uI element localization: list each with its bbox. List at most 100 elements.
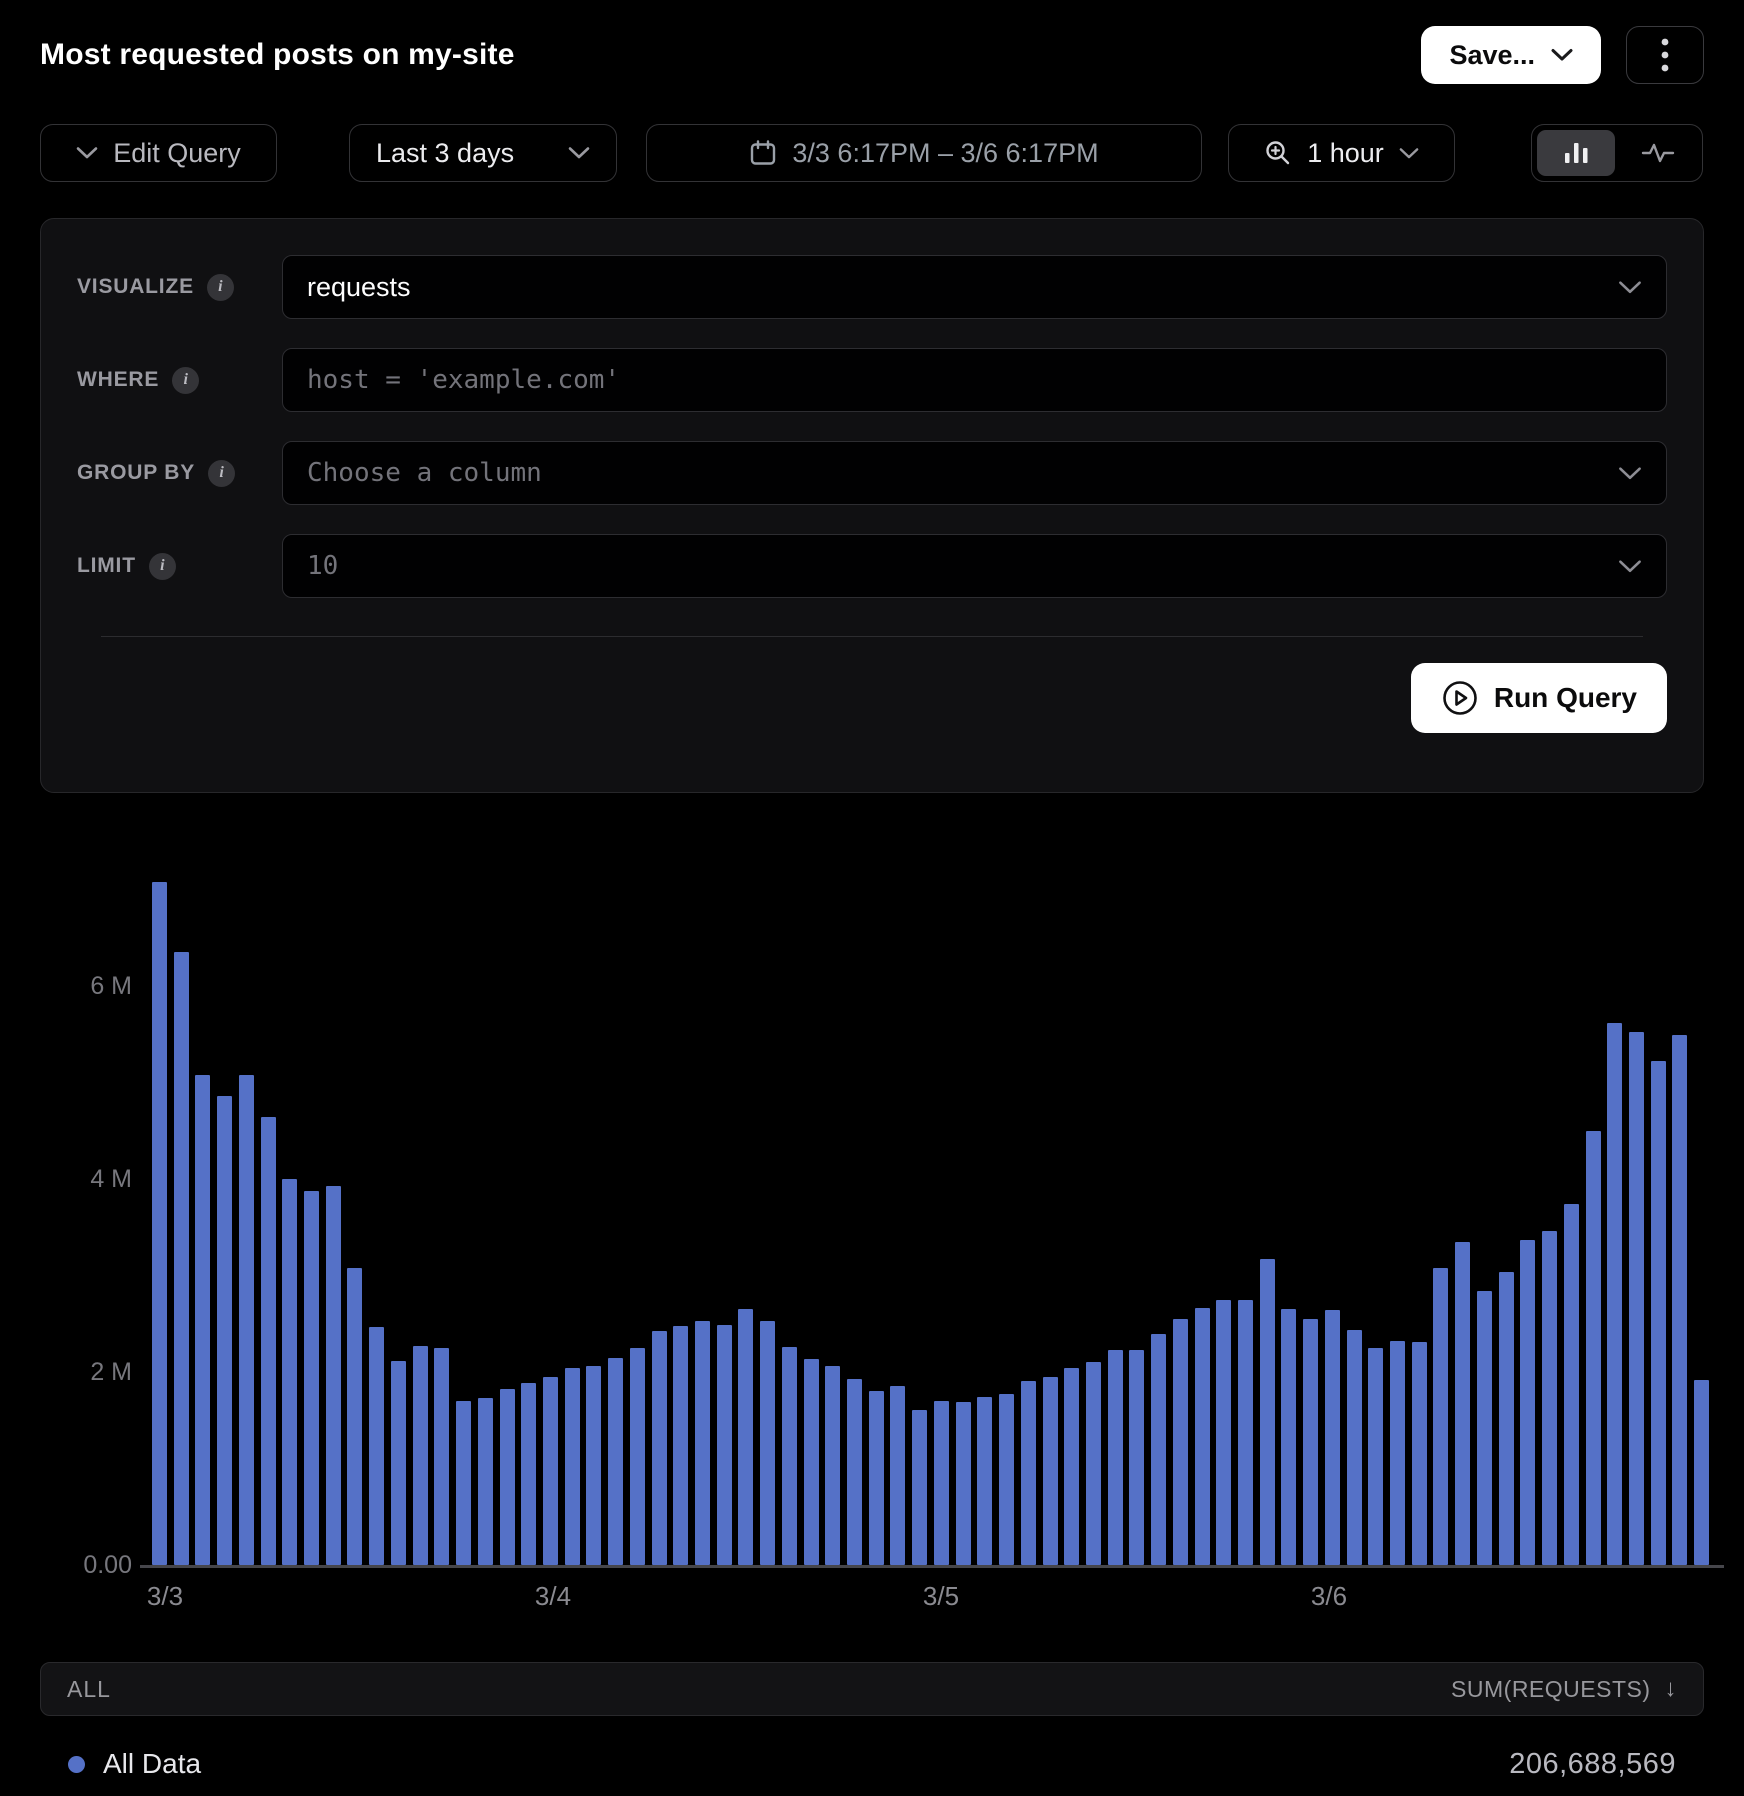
bar[interactable] (934, 1401, 949, 1565)
bar[interactable] (1586, 1131, 1601, 1565)
bar[interactable] (825, 1366, 840, 1565)
bar[interactable] (1368, 1348, 1383, 1565)
bar[interactable] (1455, 1242, 1470, 1565)
bar[interactable] (1303, 1319, 1318, 1565)
bar[interactable] (1260, 1259, 1275, 1565)
bar[interactable] (174, 952, 189, 1565)
bar[interactable] (1672, 1035, 1687, 1565)
y-axis-tick-label: 4 M (40, 1164, 132, 1194)
group-column-header: ALL (67, 1676, 111, 1703)
bar[interactable] (1433, 1268, 1448, 1565)
bar[interactable] (1195, 1308, 1210, 1565)
bar[interactable] (738, 1309, 753, 1565)
bar[interactable] (261, 1117, 276, 1565)
line-chart-toggle[interactable] (1619, 130, 1697, 176)
bar[interactable] (1325, 1310, 1340, 1565)
bar[interactable] (956, 1402, 971, 1565)
info-icon[interactable]: i (207, 274, 234, 301)
bar[interactable] (326, 1186, 341, 1565)
bar[interactable] (1129, 1350, 1144, 1565)
date-range-picker[interactable]: 3/3 6:17PM – 3/6 6:17PM (646, 124, 1202, 182)
bar[interactable] (1499, 1272, 1514, 1565)
visualize-select[interactable]: requests (282, 255, 1667, 319)
bar[interactable] (282, 1179, 297, 1565)
zoom-in-icon (1264, 139, 1292, 167)
bar[interactable] (1629, 1032, 1644, 1565)
bar[interactable] (1021, 1381, 1036, 1565)
bar[interactable] (1281, 1309, 1296, 1565)
bar[interactable] (369, 1327, 384, 1565)
bar[interactable] (347, 1268, 362, 1565)
bar[interactable] (1151, 1334, 1166, 1565)
info-icon[interactable]: i (208, 460, 235, 487)
save-button-label: Save... (1449, 40, 1535, 71)
bar[interactable] (434, 1348, 449, 1565)
info-icon[interactable]: i (149, 553, 176, 580)
summary-row[interactable]: All Data 206,688,569 (40, 1738, 1704, 1790)
bar[interactable] (1347, 1330, 1362, 1565)
bar[interactable] (652, 1331, 667, 1565)
limit-select[interactable] (282, 534, 1667, 598)
save-button[interactable]: Save... (1421, 26, 1601, 84)
sum-column-header[interactable]: SUM(REQUESTS) ↓ (1451, 1675, 1677, 1703)
info-icon[interactable]: i (172, 367, 199, 394)
run-query-button[interactable]: Run Query (1411, 663, 1667, 733)
bar[interactable] (1651, 1061, 1666, 1565)
bar[interactable] (217, 1096, 232, 1565)
bar[interactable] (782, 1347, 797, 1565)
bar[interactable] (977, 1397, 992, 1565)
edit-query-button[interactable]: Edit Query (40, 124, 277, 182)
bar[interactable] (1216, 1300, 1231, 1565)
bar[interactable] (391, 1361, 406, 1565)
bar[interactable] (804, 1359, 819, 1565)
bar[interactable] (760, 1321, 775, 1565)
limit-input[interactable] (307, 551, 1602, 581)
bar[interactable] (239, 1075, 254, 1565)
group-by-select[interactable]: Choose a column (282, 441, 1667, 505)
bar[interactable] (1086, 1362, 1101, 1565)
bar[interactable] (717, 1325, 732, 1565)
time-range-preset-dropdown[interactable]: Last 3 days (349, 124, 617, 182)
bar[interactable] (152, 882, 167, 1565)
bar[interactable] (521, 1383, 536, 1565)
bar[interactable] (1607, 1023, 1622, 1565)
bar[interactable] (999, 1394, 1014, 1565)
bar[interactable] (1043, 1377, 1058, 1565)
bar[interactable] (586, 1366, 601, 1565)
bar[interactable] (1564, 1204, 1579, 1565)
bars-container (150, 865, 1712, 1565)
bar[interactable] (195, 1075, 210, 1565)
bar[interactable] (1477, 1291, 1492, 1565)
bar[interactable] (630, 1348, 645, 1565)
bar[interactable] (1173, 1319, 1188, 1565)
bar[interactable] (912, 1410, 927, 1565)
chevron-down-icon (1551, 48, 1573, 62)
bar[interactable] (673, 1326, 688, 1565)
bar[interactable] (1412, 1342, 1427, 1565)
series-color-dot (68, 1756, 85, 1773)
bar[interactable] (1238, 1300, 1253, 1565)
bar[interactable] (478, 1398, 493, 1565)
bar[interactable] (1542, 1231, 1557, 1565)
bar[interactable] (304, 1191, 319, 1565)
bar[interactable] (1064, 1368, 1079, 1565)
bar[interactable] (456, 1401, 471, 1565)
bar[interactable] (890, 1386, 905, 1565)
bar[interactable] (1520, 1240, 1535, 1565)
bar[interactable] (608, 1358, 623, 1565)
bar[interactable] (695, 1321, 710, 1565)
bar[interactable] (847, 1379, 862, 1565)
bar[interactable] (1694, 1380, 1709, 1565)
granularity-dropdown[interactable]: 1 hour (1228, 124, 1455, 182)
bar[interactable] (869, 1391, 884, 1565)
bar[interactable] (500, 1389, 515, 1565)
bar[interactable] (1108, 1350, 1123, 1565)
where-input[interactable] (307, 365, 1642, 395)
bar[interactable] (1390, 1341, 1405, 1565)
bar[interactable] (565, 1368, 580, 1565)
overflow-menu-button[interactable] (1626, 26, 1704, 84)
bar-chart-toggle[interactable] (1537, 130, 1615, 176)
chevron-down-icon (1399, 147, 1419, 160)
bar[interactable] (543, 1377, 558, 1565)
bar[interactable] (413, 1346, 428, 1565)
